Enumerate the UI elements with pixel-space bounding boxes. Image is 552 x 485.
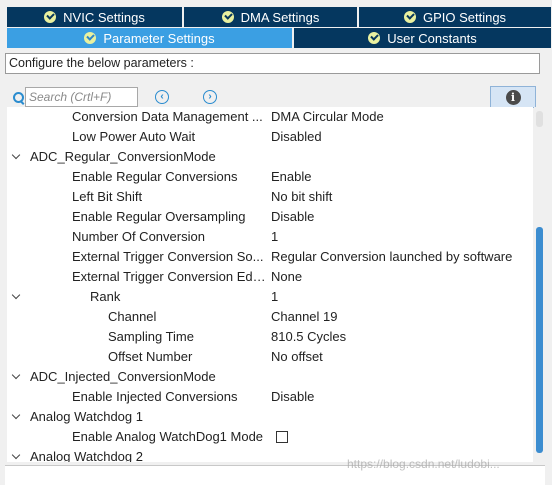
check-circle-icon — [221, 11, 234, 23]
check-circle-icon — [368, 32, 381, 44]
param-value[interactable]: Disabled — [271, 127, 322, 147]
tree-group-row[interactable]: Analog Watchdog 1 — [7, 407, 533, 427]
tab-user-constants[interactable]: User Constants — [294, 28, 551, 48]
tree-row[interactable]: Number Of Conversion 1 — [7, 227, 533, 247]
tab-row-bottom: Parameter Settings User Constants — [7, 28, 551, 49]
param-name: Rank — [90, 289, 121, 304]
param-value[interactable]: No bit shift — [271, 187, 332, 207]
search-previous-button[interactable]: ‹ — [155, 90, 169, 104]
param-value[interactable]: None — [271, 267, 302, 287]
search-bar — [12, 87, 25, 107]
search-icon[interactable] — [12, 91, 25, 104]
info-icon: i — [505, 89, 521, 105]
chevron-right-icon: › — [208, 91, 212, 102]
param-value[interactable]: 1 — [271, 227, 278, 247]
watchdog1-mode-checkbox[interactable] — [276, 431, 288, 443]
group-name: ADC_Injected_ConversionMode — [30, 369, 216, 384]
tab-label: Parameter Settings — [103, 30, 215, 46]
param-name: Left Bit Shift — [72, 189, 143, 204]
param-name: External Trigger Conversion So... — [72, 249, 264, 264]
param-value[interactable]: 810.5 Cycles — [271, 327, 346, 347]
chevron-down-icon[interactable] — [12, 152, 21, 161]
tree-row[interactable]: External Trigger Conversion So... Regula… — [7, 247, 533, 267]
param-value[interactable]: Regular Conversion launched by software — [271, 247, 512, 267]
info-button[interactable]: i — [490, 86, 536, 108]
tree-group-row[interactable]: ADC_Injected_ConversionMode — [7, 367, 533, 387]
param-name: Conversion Data Management ... — [72, 109, 263, 124]
tab-label: User Constants — [387, 30, 477, 46]
param-name: Offset Number — [108, 349, 193, 364]
tree-row[interactable]: Enable Injected Conversions Disable — [7, 387, 533, 407]
group-name: Analog Watchdog 2 — [30, 449, 143, 462]
scrollbar-track-top — [536, 111, 543, 127]
tab-gpio-settings[interactable]: GPIO Settings — [359, 7, 551, 27]
tab-label: DMA Settings — [240, 9, 320, 25]
tab-nvic-settings[interactable]: NVIC Settings — [7, 7, 184, 27]
tab-row-top: NVIC Settings DMA Settings GPIO Settings — [7, 7, 551, 28]
tree-row[interactable]: Left Bit Shift No bit shift — [7, 187, 533, 207]
tree-group-row[interactable]: ADC_Regular_ConversionMode — [7, 147, 533, 167]
tree-row[interactable]: Conversion Data Management ... DMA Circu… — [7, 107, 533, 127]
param-name: External Trigger Conversion Edge — [72, 269, 267, 284]
param-name: Enable Regular Conversions — [72, 169, 238, 184]
parameter-tree: Conversion Data Management ... DMA Circu… — [7, 107, 533, 462]
param-value[interactable]: Disable — [271, 207, 314, 227]
chevron-down-icon[interactable] — [12, 412, 21, 421]
param-name: Enable Regular Oversampling — [72, 209, 246, 224]
param-value[interactable]: Channel 19 — [271, 307, 338, 327]
chevron-down-icon[interactable] — [12, 292, 21, 301]
watermark-text: https://blog.csdn.net/ludobi... — [347, 457, 500, 471]
tree-row[interactable]: External Trigger Conversion Edge None — [7, 267, 533, 287]
description-text: Configure the below parameters : — [5, 53, 540, 74]
check-circle-icon — [84, 32, 97, 44]
chevron-down-icon[interactable] — [12, 452, 21, 461]
chevron-down-icon[interactable] — [12, 372, 21, 381]
tree-row[interactable]: Channel Channel 19 — [7, 307, 533, 327]
param-name: Low Power Auto Wait — [72, 129, 196, 144]
tree-row[interactable]: Enable Analog WatchDog1 Mode — [7, 427, 533, 447]
param-value[interactable]: 1 — [271, 287, 278, 307]
param-name: Enable Analog WatchDog1 Mode — [72, 429, 264, 444]
param-value[interactable]: Disable — [271, 387, 314, 407]
tree-row[interactable]: Sampling Time 810.5 Cycles — [7, 327, 533, 347]
tree-row[interactable]: Enable Regular Oversampling Disable — [7, 207, 533, 227]
tree-row[interactable]: Enable Regular Conversions Enable — [7, 167, 533, 187]
check-circle-icon — [403, 11, 416, 23]
tab-parameter-settings[interactable]: Parameter Settings — [7, 28, 294, 48]
tab-label: GPIO Settings — [422, 9, 507, 25]
vertical-scrollbar[interactable] — [534, 107, 546, 462]
tree-row[interactable]: Low Power Auto Wait Disabled — [7, 127, 533, 147]
param-name: Sampling Time — [108, 329, 194, 344]
search-next-button[interactable]: › — [203, 90, 217, 104]
group-name: Analog Watchdog 1 — [30, 409, 143, 424]
scrollbar-thumb[interactable] — [536, 227, 543, 453]
check-circle-icon — [44, 11, 57, 23]
param-name: Enable Injected Conversions — [72, 389, 238, 404]
tree-row[interactable]: Offset Number No offset — [7, 347, 533, 367]
chevron-left-icon: ‹ — [160, 91, 164, 102]
tree-group-row[interactable]: Rank 1 — [7, 287, 533, 307]
group-name: ADC_Regular_ConversionMode — [30, 149, 216, 164]
tab-dma-settings[interactable]: DMA Settings — [184, 7, 359, 27]
param-value[interactable]: Enable — [271, 167, 311, 187]
param-value[interactable]: No offset — [271, 347, 323, 367]
tab-label: NVIC Settings — [63, 9, 145, 25]
param-name: Channel — [108, 309, 157, 324]
param-value[interactable]: DMA Circular Mode — [271, 107, 384, 127]
param-name: Number Of Conversion — [72, 229, 205, 244]
search-input[interactable] — [25, 87, 138, 107]
